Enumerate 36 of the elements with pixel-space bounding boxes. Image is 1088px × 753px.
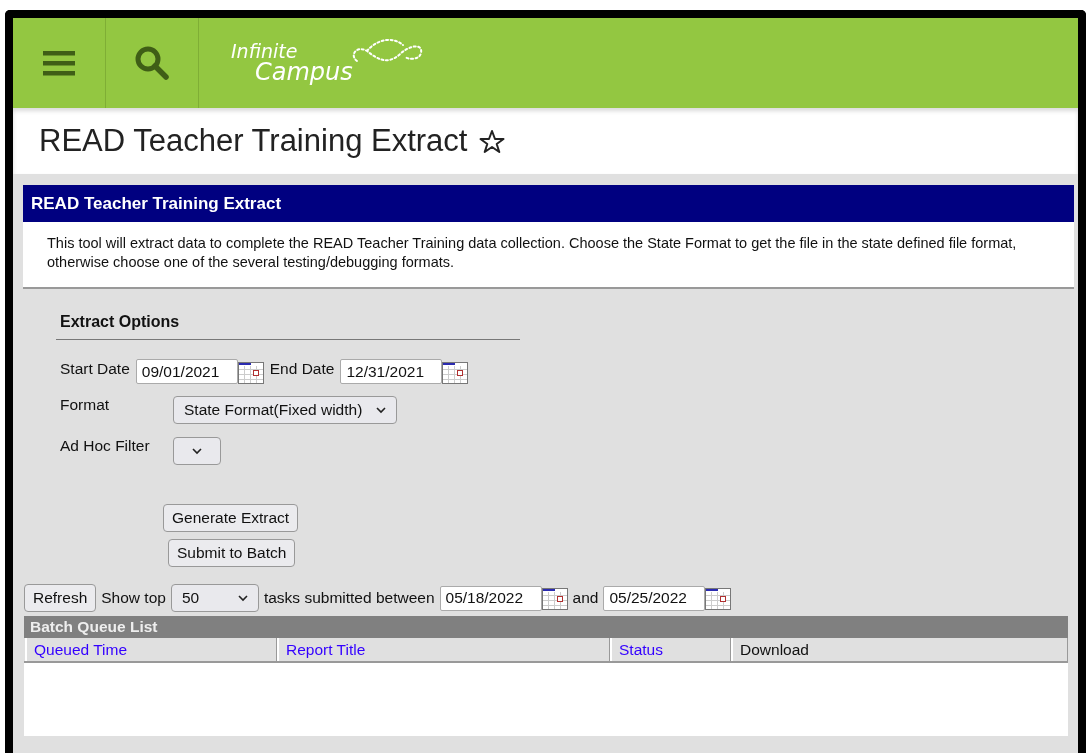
star-icon[interactable] xyxy=(479,128,506,154)
column-header[interactable]: Report Title xyxy=(277,638,610,661)
date-field[interactable]: 05/25/2022 xyxy=(603,585,706,611)
date-field[interactable]: 12/31/2021 xyxy=(340,359,443,384)
panel-title: READ Teacher Training Extract xyxy=(23,185,1074,222)
calendar-icon[interactable] xyxy=(237,359,264,384)
action-button[interactable]: Submit to Batch xyxy=(168,539,296,567)
chevron-down-icon xyxy=(192,447,202,455)
menu-icon[interactable] xyxy=(43,50,75,76)
column-header[interactable]: Queued Time xyxy=(25,638,277,661)
logo-text: Infinite Campus xyxy=(231,42,353,84)
field-label: Format xyxy=(60,396,111,414)
field-label: Ad Hoc Filter xyxy=(60,437,151,455)
field-label: tasks submitted between xyxy=(263,589,435,607)
field-label: Start Date xyxy=(60,360,130,378)
refresh-button[interactable]: Refresh xyxy=(24,584,97,612)
panel-description: This tool will extract data to complete the READ Teacher Training data collection. Choose the State Format to get the file in the state defined file format, otherwise choose one of the several testing/debugging formats. xyxy=(23,222,1074,289)
count-dropdown[interactable]: 50 xyxy=(170,584,259,612)
column-header[interactable]: Status xyxy=(610,638,731,661)
field-label: End Date xyxy=(269,360,335,378)
date-field[interactable]: 09/01/2021 xyxy=(135,359,238,384)
format-dropdown[interactable]: State Format(Fixed width) xyxy=(173,396,398,424)
field-label: Show top xyxy=(101,589,166,607)
search-icon[interactable] xyxy=(135,46,169,80)
calendar-icon[interactable] xyxy=(541,586,568,610)
page-title: READ Teacher Training Extract xyxy=(39,123,468,159)
chevron-down-icon xyxy=(237,594,248,602)
action-button[interactable]: Generate Extract xyxy=(163,504,299,532)
chevron-down-icon xyxy=(376,406,387,414)
calendar-icon[interactable] xyxy=(442,359,469,384)
calendar-icon[interactable] xyxy=(705,586,732,610)
column-header: Download xyxy=(731,638,1068,661)
field-label: and xyxy=(572,589,599,607)
list-title: Batch Queue List xyxy=(24,616,1068,638)
section-heading: Extract Options xyxy=(56,313,520,340)
date-field[interactable]: 05/18/2022 xyxy=(439,585,542,611)
